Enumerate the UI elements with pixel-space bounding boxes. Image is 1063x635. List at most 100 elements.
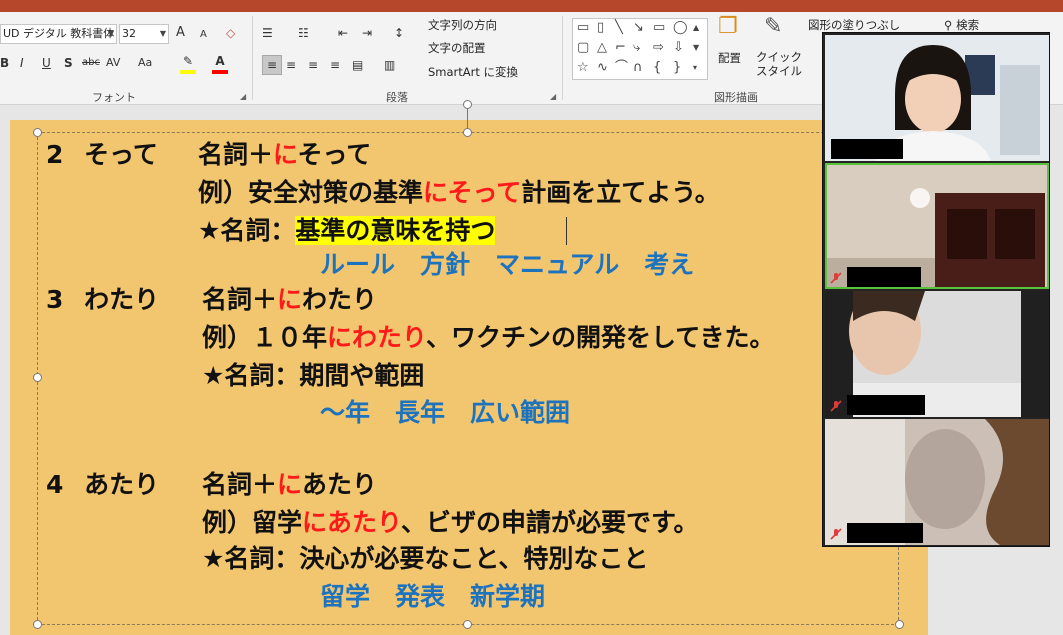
arrange-button[interactable]: 配置 bbox=[718, 50, 741, 66]
ribbon-separator bbox=[252, 16, 253, 100]
italic-button[interactable]: I bbox=[20, 54, 24, 72]
search-label: 検索 bbox=[956, 18, 980, 32]
example-text: 、ビザの申請が必要です。 bbox=[401, 508, 699, 537]
grow-font-button[interactable]: A bbox=[176, 24, 185, 42]
freeform-shape-icon[interactable]: ∿ bbox=[597, 61, 608, 75]
star-shape-icon[interactable]: ☆ bbox=[577, 61, 589, 75]
chevron-down-icon: ▼ bbox=[159, 29, 166, 38]
quick-styles-icon[interactable]: ✎ bbox=[764, 16, 782, 38]
participant-nameplate bbox=[847, 395, 925, 415]
section-4-pattern: 名詞＋にあたり bbox=[202, 470, 377, 500]
shrink-font-button[interactable]: A bbox=[200, 26, 207, 44]
noun-label: ★名詞： bbox=[198, 216, 296, 245]
mic-muted-icon bbox=[830, 272, 842, 284]
resize-handle-top-left[interactable] bbox=[33, 128, 42, 137]
resize-handle-bottom-right[interactable] bbox=[895, 620, 904, 629]
justify-icon[interactable]: ≡ bbox=[330, 56, 340, 74]
rotate-handle[interactable] bbox=[463, 100, 472, 109]
decrease-indent-icon[interactable]: ⇤ bbox=[338, 24, 348, 42]
powerpoint-window: UD デジタル 教科書体 ▼ 32 ▼ A A ◇ B I U S abc AV… bbox=[0, 0, 1063, 635]
video-tile-participant-2[interactable] bbox=[825, 163, 1049, 289]
noun-value: 期間や範囲 bbox=[299, 361, 425, 390]
right-brace-shape-icon[interactable]: } bbox=[673, 61, 681, 75]
arrange-icon[interactable]: ❐ bbox=[718, 16, 738, 38]
underline-button[interactable]: U bbox=[42, 54, 51, 72]
character-spacing-button[interactable]: AV bbox=[106, 54, 120, 72]
example-text: 例）留学 bbox=[202, 508, 303, 537]
align-text-button[interactable]: 文字の配置 bbox=[428, 40, 486, 56]
resize-handle-bottom[interactable] bbox=[463, 620, 472, 629]
video-tile-host[interactable] bbox=[825, 35, 1049, 161]
bold-button[interactable]: B bbox=[0, 54, 9, 72]
right-arrow-shape-icon[interactable]: ⇨ bbox=[653, 41, 664, 55]
resize-handle-bottom-left[interactable] bbox=[33, 620, 42, 629]
align-center-icon[interactable]: ≡ bbox=[286, 56, 296, 74]
shape-fill-button[interactable]: 図形の塗りつぶし bbox=[808, 17, 900, 33]
search-button[interactable]: ⚲ 検索 bbox=[944, 17, 979, 33]
quick-styles-button[interactable]: クイック スタイル bbox=[756, 50, 802, 78]
left-brace-shape-icon[interactable]: { bbox=[653, 61, 661, 75]
section-3-heading: 3 わたり bbox=[46, 285, 159, 315]
down-arrow-shape-icon[interactable]: ⇩ bbox=[673, 41, 684, 55]
font-size-combo[interactable]: 32 ▼ bbox=[119, 24, 169, 44]
vertical-textbox-shape-icon[interactable]: ▯ bbox=[597, 21, 604, 35]
elbow-connector-shape-icon[interactable]: ⌐ bbox=[615, 41, 626, 55]
arc-shape-icon[interactable]: ⌒ bbox=[615, 61, 628, 75]
gallery-scroll-up-icon[interactable]: ▲ bbox=[693, 21, 699, 35]
example-text: 計画を立てよう。 bbox=[521, 178, 720, 207]
rotation-line bbox=[467, 106, 468, 128]
text-cursor bbox=[566, 217, 567, 245]
shapes-gallery[interactable]: ▭ ▯ ╲ ↘ ▭ ◯ ▢ △ ⌐ ⤷ ⇨ ⇩ ☆ ∿ ⌒ ∩ { } ▲ ▼ … bbox=[572, 18, 708, 80]
pattern-text: 名詞＋ bbox=[202, 470, 278, 499]
change-case-button[interactable]: Aa bbox=[138, 54, 152, 72]
gallery-more-icon[interactable]: ▾ bbox=[693, 61, 697, 75]
highlight-icon[interactable]: ✎ bbox=[180, 52, 196, 74]
section-3-noun-examples: 〜年 長年 広い範囲 bbox=[320, 398, 571, 427]
arrow-line-shape-icon[interactable]: ↘ bbox=[633, 21, 644, 35]
paragraph-dialog-launcher-icon[interactable]: ◢ bbox=[550, 92, 556, 101]
example-highlight: にわたり bbox=[327, 323, 427, 352]
columns-icon[interactable]: ▥ bbox=[384, 56, 395, 74]
video-tile-participant-3[interactable] bbox=[825, 291, 1049, 417]
textbox-shape-icon[interactable]: ▭ bbox=[577, 21, 589, 35]
section-title: あたり bbox=[84, 470, 160, 499]
section-4-noun-examples: 留学 発表 新学期 bbox=[320, 582, 546, 611]
text-direction-button[interactable]: 文字列の方向 bbox=[428, 17, 497, 33]
align-left-button[interactable]: ≡ bbox=[262, 55, 282, 75]
section-4-example: 例）留学にあたり、ビザの申請が必要です。 bbox=[202, 508, 699, 538]
section-4-heading: 4 あたり bbox=[46, 470, 159, 500]
bullets-icon[interactable]: ☰ bbox=[262, 24, 273, 42]
elbow-arrow-shape-icon[interactable]: ⤷ bbox=[633, 41, 640, 55]
strikethrough-button[interactable]: abc bbox=[82, 54, 100, 72]
triangle-shape-icon[interactable]: △ bbox=[597, 41, 607, 55]
align-right-icon[interactable]: ≡ bbox=[308, 56, 318, 74]
noun-value: 決心が必要なこと、特別なこと bbox=[299, 544, 649, 573]
font-dialog-launcher-icon[interactable]: ◢ bbox=[240, 92, 246, 101]
video-tile-participant-4[interactable] bbox=[825, 419, 1049, 545]
distributed-icon[interactable]: ▤ bbox=[352, 56, 363, 74]
mic-muted-icon bbox=[830, 528, 842, 540]
search-icon: ⚲ bbox=[944, 18, 953, 32]
oval-shape-icon[interactable]: ◯ bbox=[673, 21, 688, 35]
shadow-button[interactable]: S bbox=[64, 54, 73, 72]
section-number: 2 bbox=[46, 140, 64, 169]
numbering-icon[interactable]: ☷ bbox=[298, 24, 309, 42]
convert-smartart-button[interactable]: SmartArt に変換 bbox=[428, 64, 518, 80]
line-shape-icon[interactable]: ╲ bbox=[615, 21, 623, 35]
gallery-scroll-down-icon[interactable]: ▼ bbox=[693, 41, 699, 55]
chevron-down-icon: ▼ bbox=[107, 29, 114, 38]
resize-handle-left[interactable] bbox=[33, 373, 42, 382]
increase-indent-icon[interactable]: ⇥ bbox=[362, 24, 372, 42]
rectangle-shape-icon[interactable]: ▭ bbox=[653, 21, 665, 35]
font-color-button[interactable]: A bbox=[212, 52, 228, 74]
rounded-rect-shape-icon[interactable]: ▢ bbox=[577, 41, 589, 55]
line-spacing-icon[interactable]: ↕ bbox=[394, 24, 404, 42]
font-family-combo[interactable]: UD デジタル 教科書体 ▼ bbox=[0, 24, 117, 44]
video-call-panel[interactable] bbox=[822, 32, 1050, 547]
clear-format-icon[interactable]: ◇ bbox=[226, 24, 235, 42]
resize-handle-top[interactable] bbox=[463, 128, 472, 137]
noun-label: ★名詞： bbox=[202, 544, 300, 573]
pattern-text: あたり bbox=[302, 470, 378, 499]
section-number: 3 bbox=[46, 285, 64, 314]
curve-shape-icon[interactable]: ∩ bbox=[633, 61, 643, 75]
